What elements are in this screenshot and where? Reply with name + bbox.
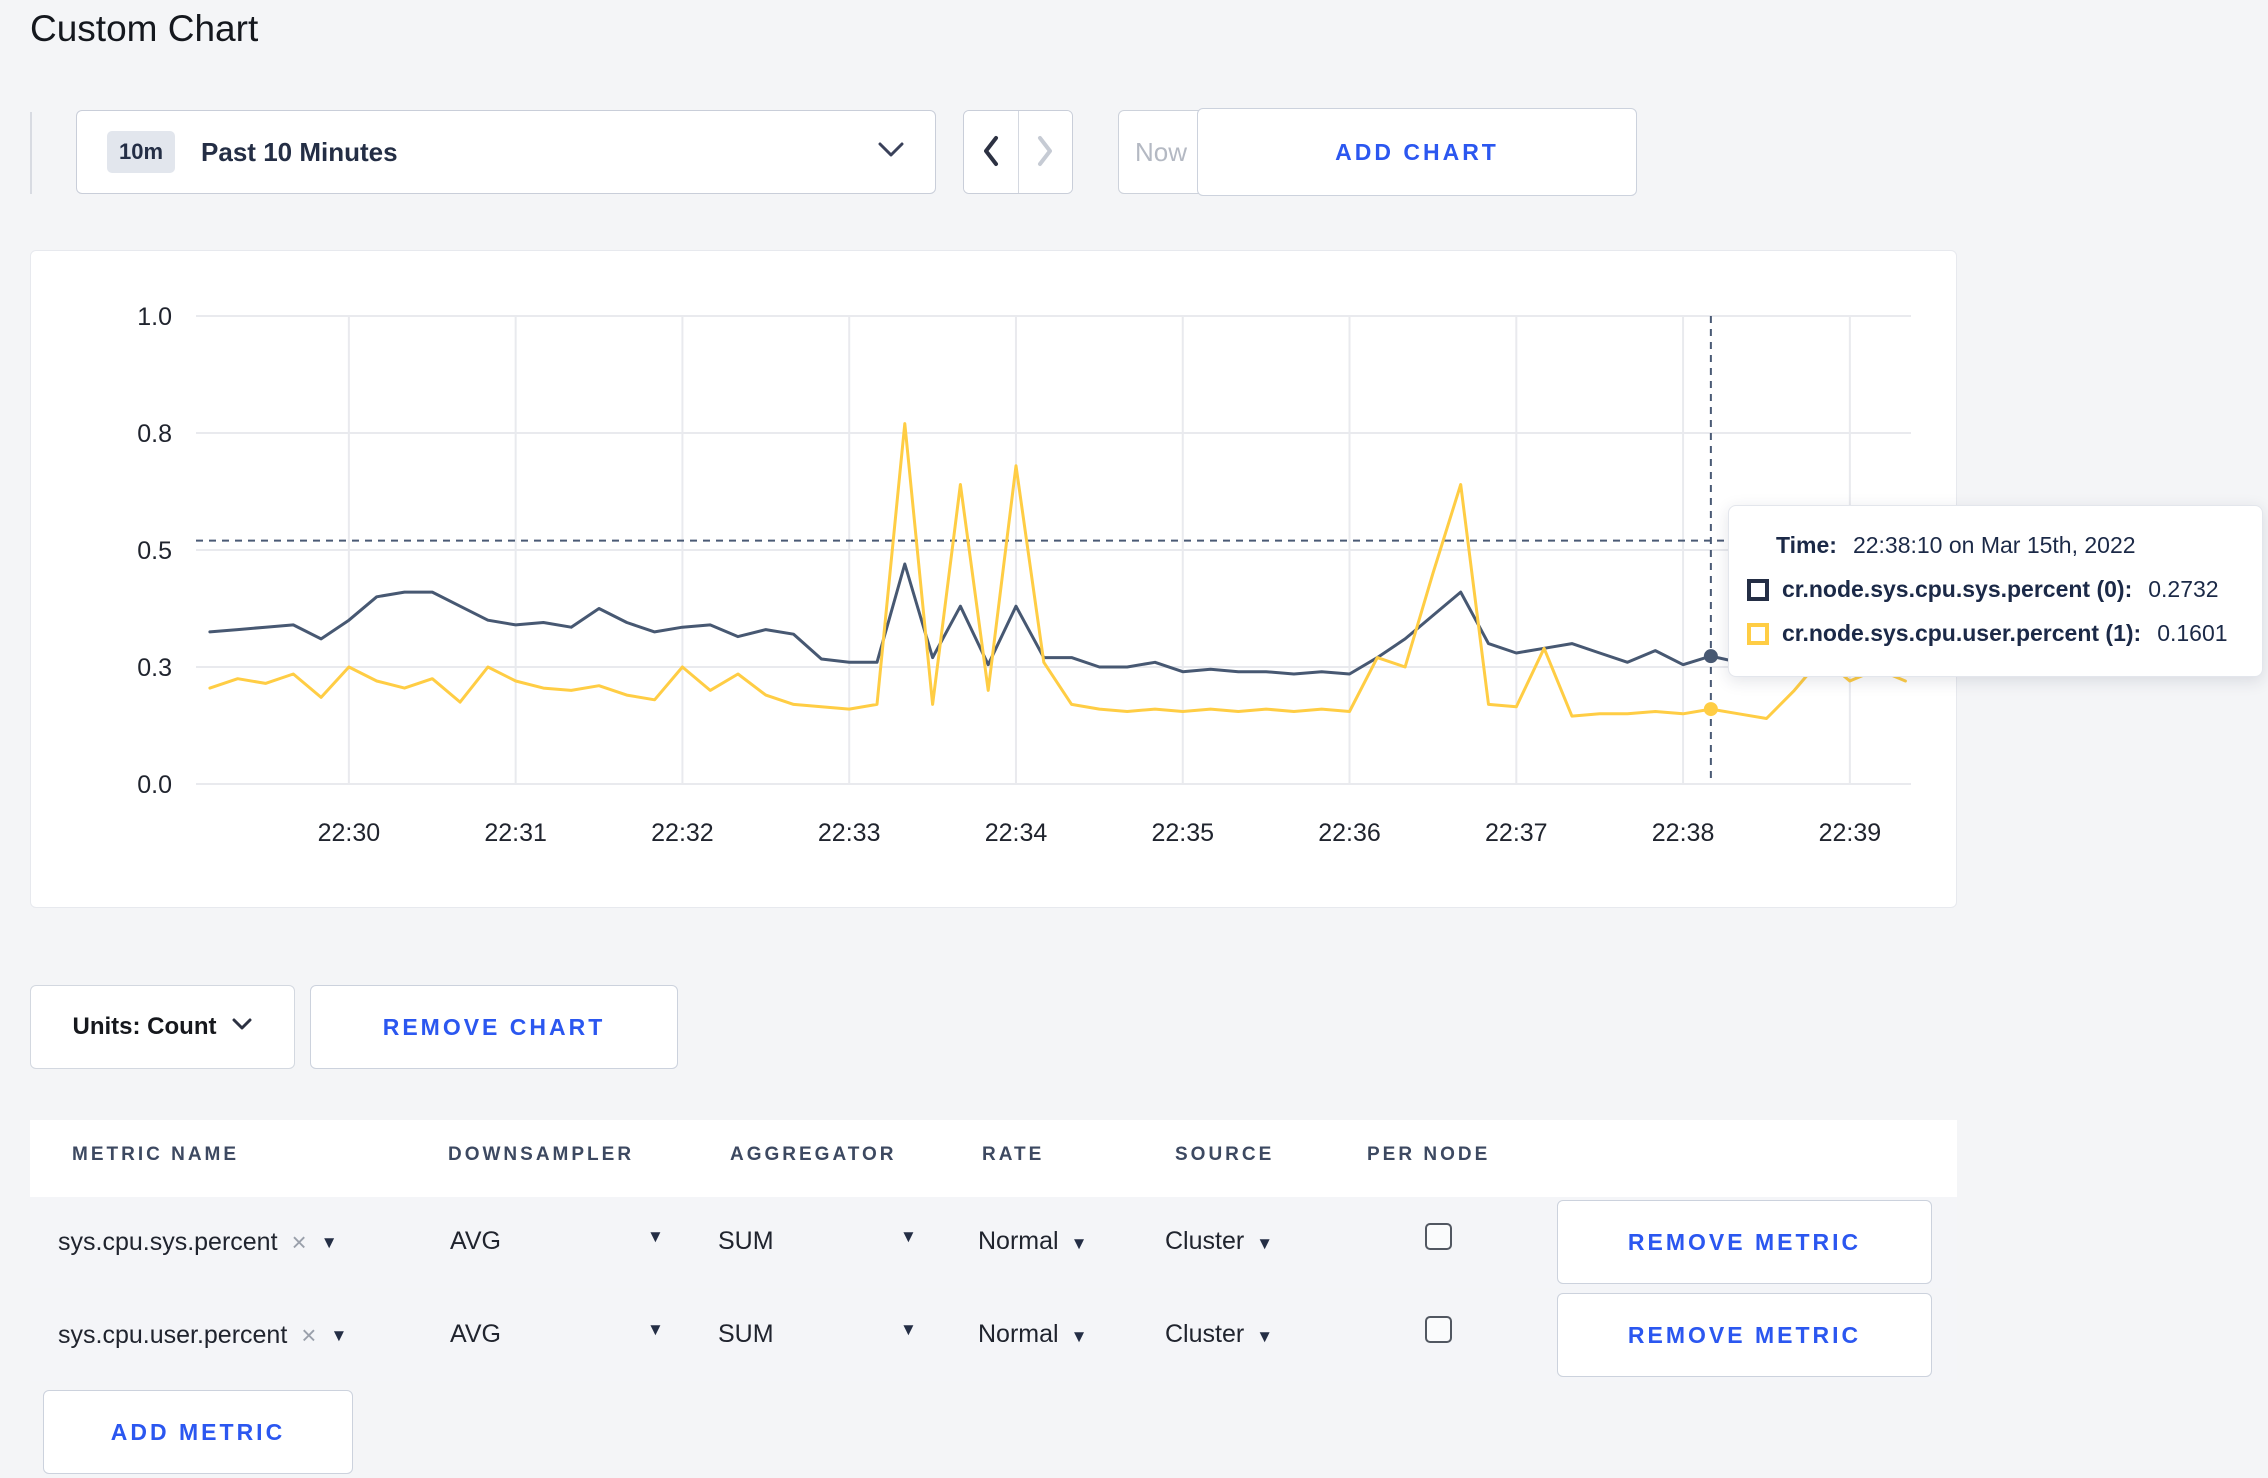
series-sys-swatch-icon [1747, 578, 1769, 601]
downsampler-select[interactable]: AVG ▼ [450, 1227, 664, 1256]
svg-text:0.0: 0.0 [137, 771, 172, 799]
metric-name-select[interactable]: sys.cpu.user.percent × ▼ [58, 1320, 347, 1351]
rate-value: Normal [978, 1227, 1059, 1255]
time-forward-button[interactable] [1017, 111, 1072, 193]
page-title: Custom Chart [30, 8, 259, 49]
metric-name-select[interactable]: sys.cpu.sys.percent × ▼ [58, 1227, 338, 1258]
svg-text:22:38: 22:38 [1652, 819, 1715, 847]
svg-text:22:35: 22:35 [1151, 819, 1214, 847]
aggregator-value: SUM [718, 1320, 774, 1348]
aggregator-value: SUM [718, 1227, 774, 1255]
caret-down-icon: ▼ [330, 1325, 348, 1345]
downsampler-value: AVG [450, 1227, 501, 1255]
aggregator-select[interactable]: SUM ▼ [718, 1320, 917, 1349]
chevron-left-icon [980, 133, 1002, 172]
now-button[interactable]: Now [1118, 110, 1204, 194]
metric-name-value: sys.cpu.sys.percent [58, 1228, 278, 1256]
downsampler-value: AVG [450, 1320, 501, 1348]
tooltip-series-label: cr.node.sys.cpu.sys.percent (0): [1782, 576, 2133, 602]
add-metric-button[interactable]: ADD METRIC [43, 1390, 353, 1474]
col-header-downsampler: DOWNSAMPLER [448, 1144, 635, 1165]
remove-metric-button[interactable]: REMOVE METRIC [1557, 1200, 1932, 1284]
tooltip-series-label: cr.node.sys.cpu.user.percent (1): [1782, 620, 2142, 646]
caret-down-icon: ▼ [1256, 1327, 1274, 1346]
per-node-checkbox[interactable] [1425, 1223, 1452, 1250]
svg-text:22:39: 22:39 [1819, 819, 1882, 847]
time-nav-group [963, 110, 1073, 194]
caret-down-icon: ▼ [900, 1320, 917, 1339]
aggregator-select[interactable]: SUM ▼ [718, 1227, 917, 1256]
tooltip-time-value: 22:38:10 on Mar 15th, 2022 [1852, 532, 2136, 558]
source-select[interactable]: Cluster ▼ [1165, 1320, 1273, 1349]
col-header-rate: RATE [982, 1144, 1045, 1165]
time-window-dropdown[interactable]: 10m Past 10 Minutes [76, 110, 936, 194]
units-label: Units: Count [72, 1013, 217, 1040]
caret-down-icon: ▼ [647, 1320, 664, 1339]
svg-text:22:30: 22:30 [318, 819, 381, 847]
remove-metric-button[interactable]: REMOVE METRIC [1557, 1293, 1932, 1377]
add-chart-button[interactable]: ADD CHART [1197, 108, 1637, 196]
caret-down-icon: ▼ [1070, 1327, 1088, 1346]
chevron-right-icon [1034, 133, 1056, 172]
time-window-badge: 10m [107, 131, 176, 173]
tooltip-series-value: 0.2732 [2148, 576, 2219, 602]
caret-down-icon: ▼ [900, 1227, 917, 1246]
rate-select[interactable]: Normal ▼ [978, 1320, 1087, 1349]
col-header-source: SOURCE [1175, 1144, 1275, 1165]
caret-down-icon: ▼ [1070, 1234, 1088, 1253]
svg-text:22:34: 22:34 [985, 819, 1048, 847]
source-value: Cluster [1165, 1227, 1245, 1255]
col-header-per-node: PER NODE [1367, 1144, 1491, 1165]
svg-text:22:33: 22:33 [818, 819, 881, 847]
chart-tooltip: Time: 22:38:10 on Mar 15th, 2022 cr.node… [1728, 505, 2263, 677]
metric-name-value: sys.cpu.user.percent [58, 1321, 288, 1349]
col-header-aggregator: AGGREGATOR [730, 1144, 897, 1165]
metrics-table-header: METRIC NAME DOWNSAMPLER AGGREGATOR RATE … [30, 1120, 1957, 1197]
chevron-down-icon [232, 1018, 252, 1036]
source-value: Cluster [1165, 1320, 1245, 1348]
svg-text:0.5: 0.5 [137, 537, 172, 565]
per-node-checkbox[interactable] [1425, 1316, 1452, 1343]
caret-down-icon: ▼ [647, 1227, 664, 1246]
rate-value: Normal [978, 1320, 1059, 1348]
col-header-metric-name: METRIC NAME [72, 1144, 240, 1165]
svg-text:22:37: 22:37 [1485, 819, 1548, 847]
svg-text:22:32: 22:32 [651, 819, 714, 847]
downsampler-select[interactable]: AVG ▼ [450, 1320, 664, 1349]
clear-metric-icon[interactable]: × [301, 1320, 316, 1351]
series-user-swatch-icon [1747, 622, 1769, 645]
chart-card: 1.0 0.8 0.5 0.3 0.0 22:30 22:31 22:32 22:33 22:34… [30, 250, 1957, 908]
svg-text:0.3: 0.3 [137, 654, 172, 682]
clear-metric-icon[interactable]: × [292, 1227, 307, 1258]
table-row: sys.cpu.user.percent × ▼ AVG ▼ SUM ▼ Norma… [30, 1290, 1957, 1381]
remove-chart-button[interactable]: REMOVE CHART [310, 985, 678, 1069]
units-dropdown[interactable]: Units: Count [30, 985, 295, 1069]
svg-text:22:36: 22:36 [1318, 819, 1381, 847]
caret-down-icon: ▼ [320, 1232, 338, 1252]
svg-text:0.8: 0.8 [137, 420, 172, 448]
tooltip-time-label: Time: [1776, 532, 1837, 558]
svg-text:1.0: 1.0 [137, 303, 172, 331]
source-select[interactable]: Cluster ▼ [1165, 1227, 1273, 1256]
time-back-button[interactable] [964, 111, 1018, 193]
chart-svg[interactable]: 1.0 0.8 0.5 0.3 0.0 22:30 22:31 22:32 22:33 22:34… [31, 251, 1958, 909]
tooltip-series-value: 0.1601 [2157, 620, 2228, 646]
toolbar-divider [30, 112, 32, 194]
table-row: sys.cpu.sys.percent × ▼ AVG ▼ SUM ▼ Normal… [30, 1197, 1957, 1288]
chevron-down-icon [877, 141, 905, 164]
svg-text:22:31: 22:31 [484, 819, 547, 847]
time-window-label: Past 10 Minutes [201, 136, 398, 167]
rate-select[interactable]: Normal ▼ [978, 1227, 1087, 1256]
caret-down-icon: ▼ [1256, 1234, 1274, 1253]
